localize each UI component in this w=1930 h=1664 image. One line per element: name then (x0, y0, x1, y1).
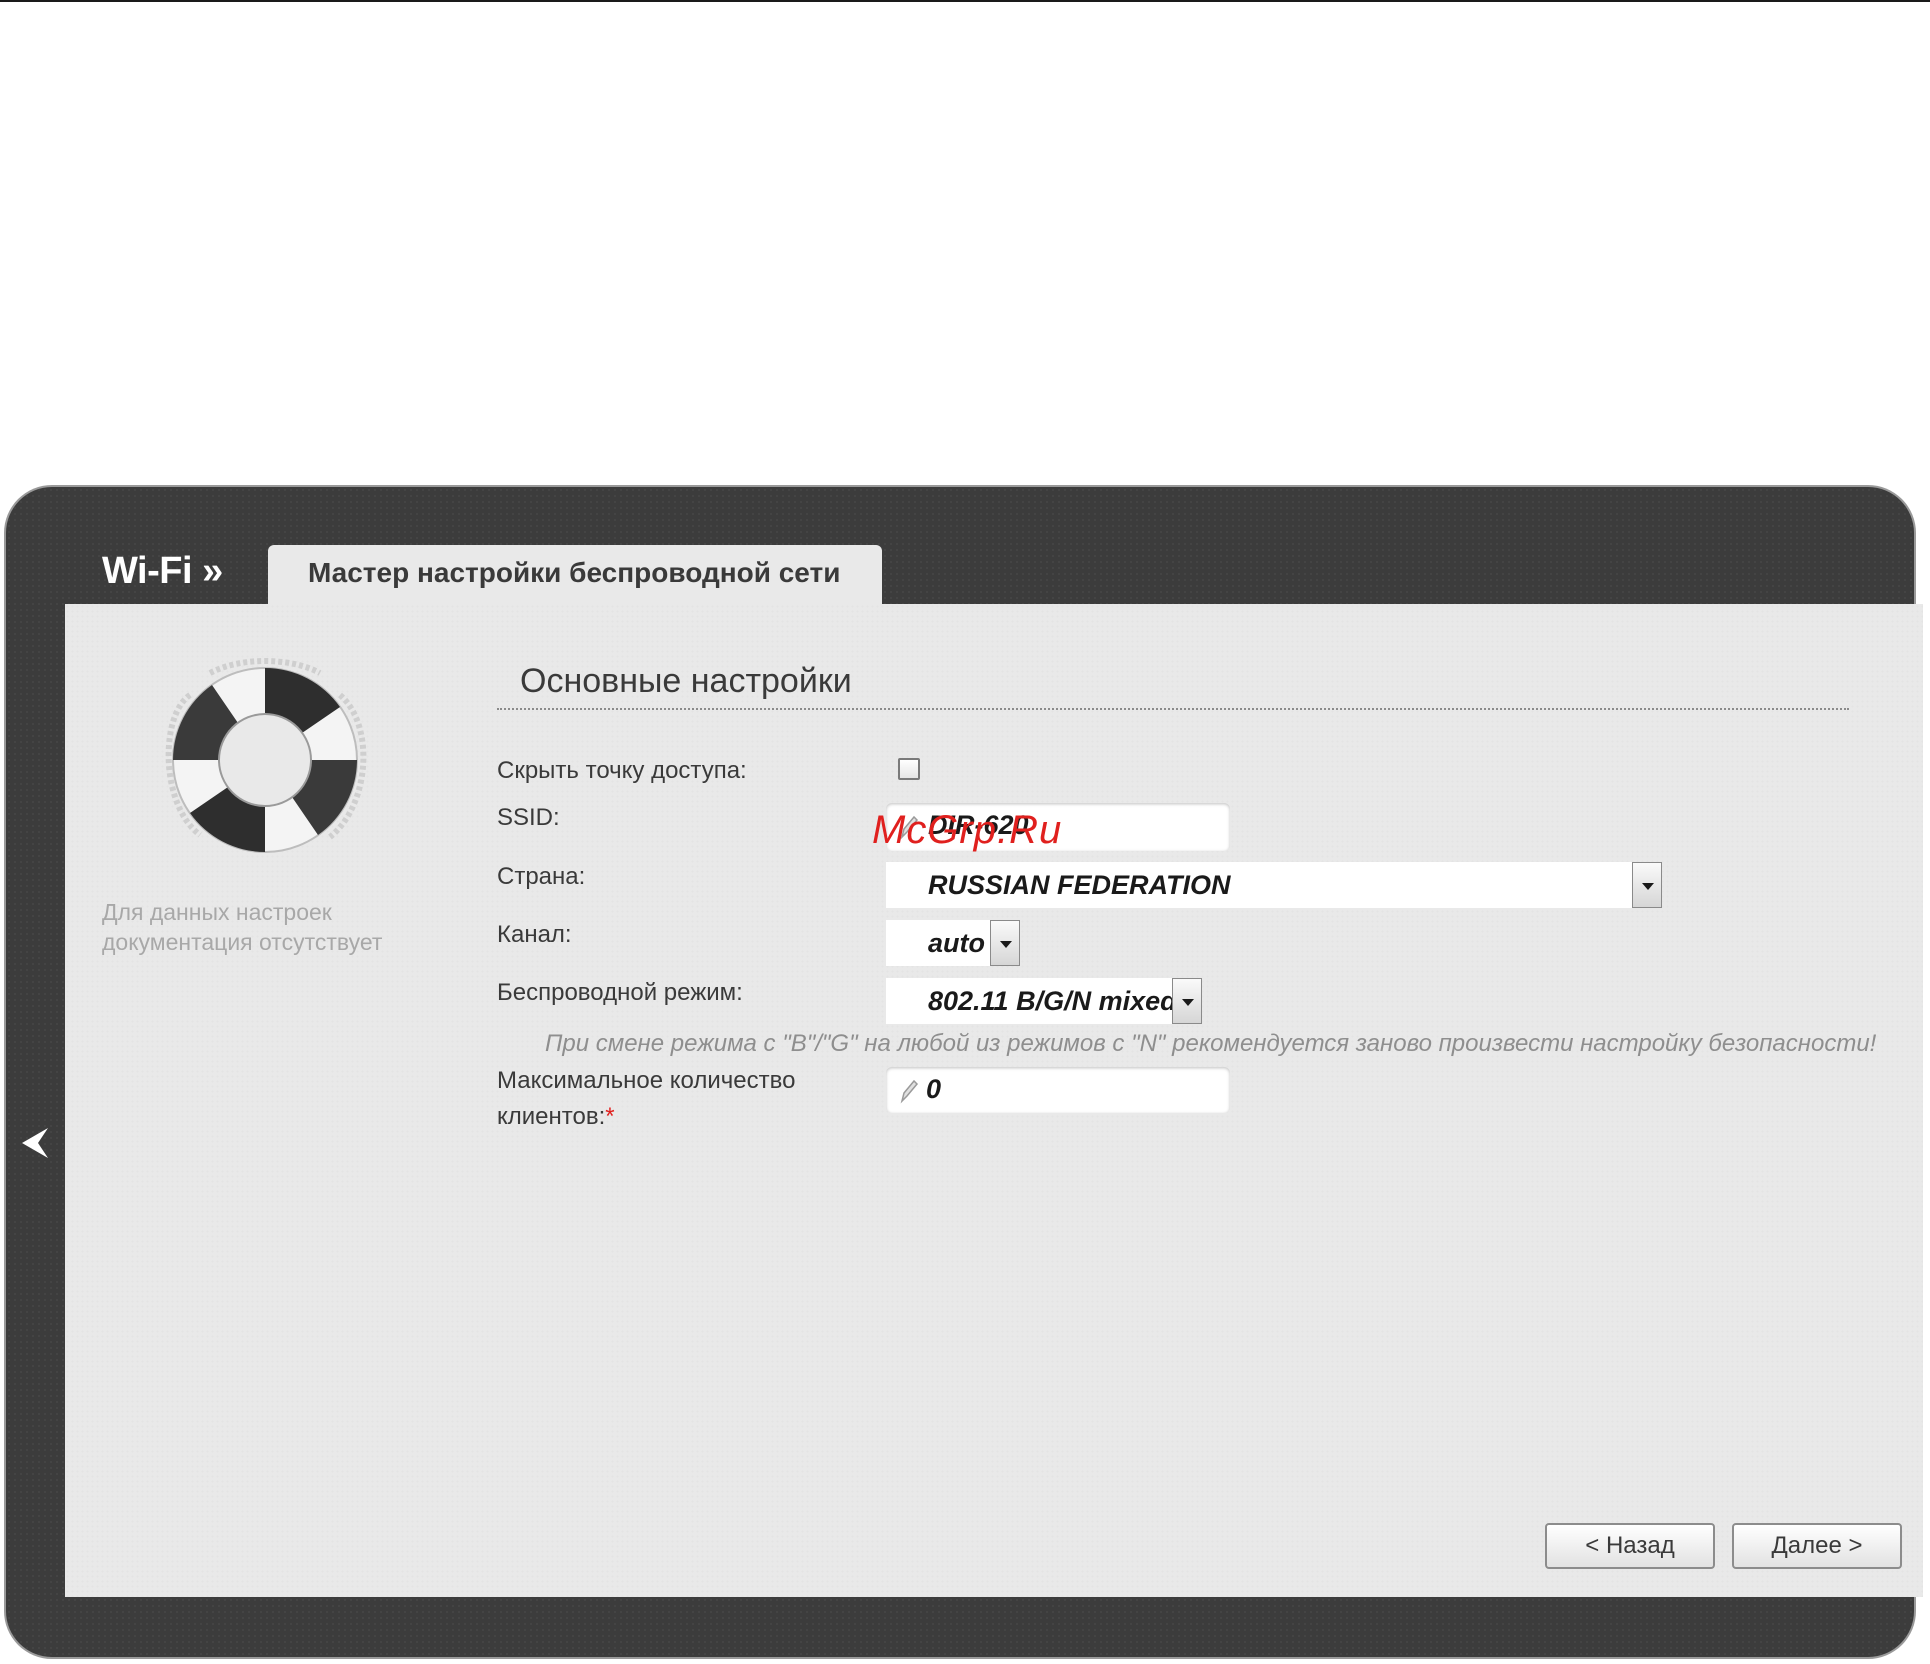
max-clients-label-line1: Максимальное количество (497, 1067, 796, 1094)
mode-select[interactable]: 802.11 B/G/N mixed (886, 978, 1202, 1024)
pencil-icon (900, 1079, 919, 1104)
collapse-arrow-icon[interactable] (20, 1126, 50, 1160)
max-clients-value: 0 (926, 1074, 942, 1104)
back-button[interactable]: < Назад (1545, 1523, 1715, 1569)
title-divider (497, 708, 1849, 710)
form-title: Основные настройки (520, 662, 852, 700)
help-text: Для данных настроек документация отсутст… (102, 899, 383, 955)
lifebuoy-icon (165, 658, 367, 853)
required-asterisk: * (605, 1103, 615, 1130)
max-clients-input[interactable]: 0 (886, 1067, 1230, 1113)
ssid-label: SSID: (497, 804, 560, 831)
channel-value: auto (928, 928, 985, 958)
tab-wireless-wizard[interactable]: Мастер настройки беспроводной сети (268, 545, 882, 607)
ssid-value: DIR-620 (928, 810, 1029, 840)
ssid-input[interactable]: DIR-620 (886, 803, 1230, 851)
pencil-icon (900, 815, 919, 840)
country-value: RUSSIAN FEDERATION (928, 870, 1231, 900)
channel-select[interactable]: auto (886, 920, 1020, 966)
section-title[interactable]: Wi-Fi » (102, 550, 223, 593)
mode-label: Беспроводной режим: (497, 979, 743, 1006)
country-dropdown-icon[interactable] (1632, 862, 1662, 908)
mode-value: 802.11 B/G/N mixed (928, 986, 1177, 1016)
channel-label: Канал: (497, 921, 572, 948)
country-label: Страна: (497, 863, 586, 890)
hide-ap-label: Скрыть точку доступа: (497, 757, 747, 784)
country-select[interactable]: RUSSIAN FEDERATION (886, 862, 1662, 908)
mode-note: При смене режима с "B"/"G" на любой из р… (545, 1030, 1877, 1057)
max-clients-label-line2: клиентов: (497, 1103, 606, 1130)
mode-dropdown-icon[interactable] (1172, 978, 1202, 1024)
next-button[interactable]: Далее > (1732, 1523, 1902, 1569)
hide-ap-checkbox[interactable] (898, 758, 920, 780)
top-rule (0, 0, 1930, 2)
channel-dropdown-icon[interactable] (990, 920, 1020, 966)
max-clients-label: Максимальное количество клиентов:* (497, 1063, 795, 1135)
